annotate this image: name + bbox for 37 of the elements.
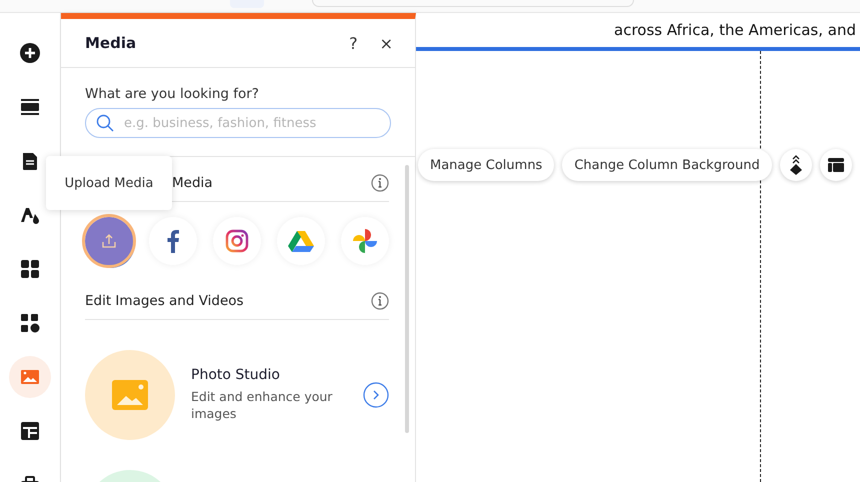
apps-icon [19, 258, 41, 280]
pinwheel-icon [352, 228, 378, 254]
layout-icon [828, 158, 844, 172]
info-icon[interactable] [371, 174, 389, 192]
search-field[interactable]: e.g. business, fashion, fitness [85, 108, 391, 138]
chevron-right-icon[interactable] [363, 382, 389, 408]
section-title: Edit Images and Videos [85, 293, 244, 309]
card-description: Edit and enhance your images [191, 389, 334, 423]
arrange-icon [788, 155, 803, 175]
instagram-icon [225, 229, 249, 253]
instagram-button[interactable] [213, 217, 261, 265]
cms-icon [19, 420, 41, 442]
upload-button[interactable] [85, 217, 133, 265]
photos-button[interactable] [341, 217, 389, 265]
facebook-icon [166, 229, 180, 253]
page-text: across Africa, the Americas, and [614, 21, 856, 39]
toolbar-button[interactable]: Manage Columns [418, 149, 554, 181]
image-icon [112, 380, 148, 410]
help-button[interactable]: ? [343, 32, 364, 54]
section-title: Media [172, 175, 213, 191]
close-button[interactable]: × [374, 32, 399, 54]
search-icon [96, 114, 114, 132]
add-icon [19, 42, 41, 64]
card-title: Photo Studio [191, 367, 281, 384]
tooltip: Upload Media [46, 156, 172, 210]
arrange-button[interactable] [780, 149, 812, 181]
sections-icon [19, 96, 41, 118]
drive-button[interactable] [277, 217, 325, 265]
drive-icon [288, 230, 314, 252]
panel-title: Media [85, 34, 138, 52]
scrollbar[interactable] [405, 165, 409, 433]
business-icon [19, 312, 41, 334]
toolbar-button[interactable]: Change Column Background [562, 149, 772, 181]
facebook-button[interactable] [149, 217, 197, 265]
layout-button[interactable] [820, 149, 852, 181]
search-label: What are you looking for? [85, 86, 260, 102]
info-icon[interactable] [371, 292, 389, 310]
